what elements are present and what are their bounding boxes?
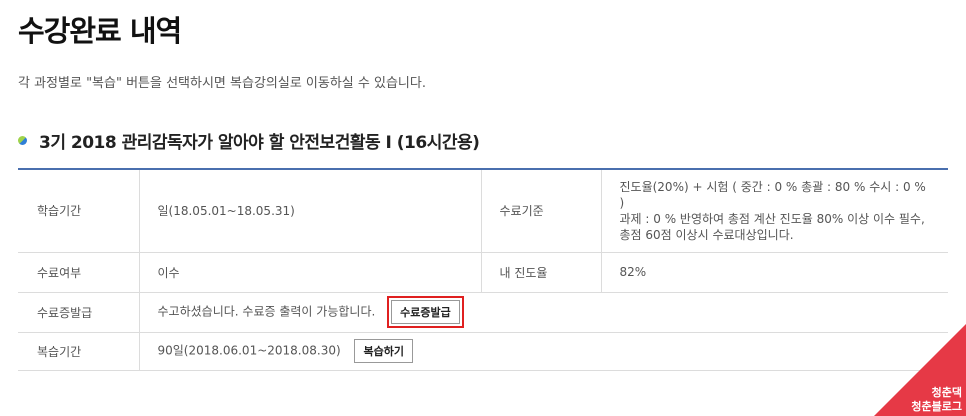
bullet-icon xyxy=(18,136,27,145)
table-row-completion-status: 수료여부 이수 내 진도율 82% xyxy=(18,252,948,292)
label-certificate: 수료증발급 xyxy=(18,292,140,332)
value-study-period: 일(18.05.01~18.05.31) xyxy=(139,169,482,252)
value-completion-status: 이수 xyxy=(139,252,482,292)
review-period-text: 90일(2018.06.01~2018.08.30) xyxy=(157,343,341,358)
page-title: 수강완료 내역 xyxy=(18,14,182,48)
review-button[interactable]: 복습하기 xyxy=(354,339,413,363)
course-title: 3기 2018 관리감독자가 알아야 할 안전보건활동 I (16시간용) xyxy=(18,128,480,153)
course-title-text: 3기 2018 관리감독자가 알아야 할 안전보건활동 I (16시간용) xyxy=(39,133,480,153)
table-row-review-period: 복습기간 90일(2018.06.01~2018.08.30) 복습하기 xyxy=(18,332,948,370)
certificate-message: 수고하셨습니다. 수료증 출력이 가능합니다. xyxy=(157,304,376,319)
page-description: 각 과정별로 "복습" 버튼을 선택하시면 복습강의실로 이동하실 수 있습니다… xyxy=(18,76,426,91)
value-review-period: 90일(2018.06.01~2018.08.30) 복습하기 xyxy=(139,332,948,370)
label-review-period: 복습기간 xyxy=(18,332,140,370)
criteria-line-2: 과제 : 0 % 반영하여 총점 계산 진도율 80% 이상 이수 필수, xyxy=(619,211,925,226)
table-row-study-period: 학습기간 일(18.05.01~18.05.31) 수료기준 진도율(20%) … xyxy=(18,169,948,252)
criteria-line-1: 진도율(20%) + 시험 ( 중간 : 0 % 총괄 : 80 % 수시 : … xyxy=(619,179,926,210)
label-completion-status: 수료여부 xyxy=(18,252,140,292)
course-info-table: 학습기간 일(18.05.01~18.05.31) 수료기준 진도율(20%) … xyxy=(18,168,948,371)
value-my-progress: 82% xyxy=(619,265,647,279)
value-certificate: 수고하셨습니다. 수료증 출력이 가능합니다. 수료증발급 xyxy=(139,292,948,332)
label-completion-criteria: 수료기준 xyxy=(481,169,602,252)
corner-text-line-2: 청춘블로그 xyxy=(911,400,962,413)
criteria-line-3: 총점 60점 이상시 수료대상입니다. xyxy=(619,227,794,242)
certificate-button-highlight: 수료증발급 xyxy=(387,296,464,328)
corner-text-line-1: 청춘댁 xyxy=(931,386,962,399)
table-row-certificate: 수료증발급 수고하셨습니다. 수료증 출력이 가능합니다. 수료증발급 xyxy=(18,292,948,332)
value-completion-criteria: 진도율(20%) + 시험 ( 중간 : 0 % 총괄 : 80 % 수시 : … xyxy=(601,169,948,252)
label-my-progress: 내 진도율 xyxy=(481,252,602,292)
issue-certificate-button[interactable]: 수료증발급 xyxy=(391,300,460,324)
label-study-period: 학습기간 xyxy=(18,169,140,252)
corner-watermark: 청춘댁 청춘블로그 xyxy=(911,386,962,414)
